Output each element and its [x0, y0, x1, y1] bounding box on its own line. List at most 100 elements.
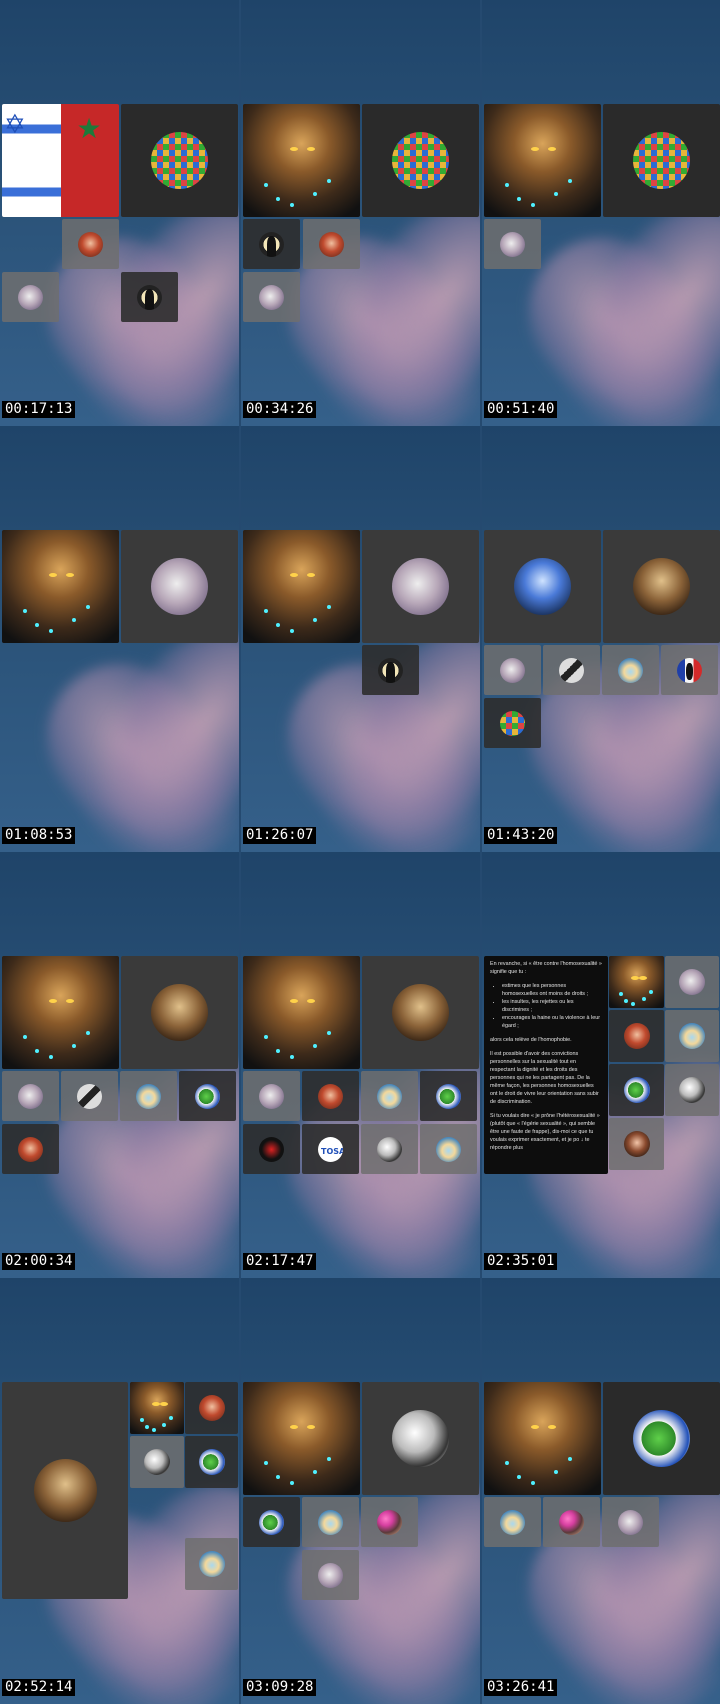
participant-tile[interactable] [2, 104, 119, 217]
participant-tile[interactable] [130, 1382, 184, 1434]
participant-tile-small[interactable] [665, 956, 719, 1008]
participant-tile-small[interactable] [302, 1124, 359, 1174]
participant-tile-small[interactable] [361, 1497, 418, 1547]
participant-tile-small[interactable] [61, 1071, 118, 1121]
silk-avatar [377, 1136, 402, 1162]
chat-conclusion: alors cela relève de l'homophobie. [490, 1037, 572, 1043]
participant-tile-small[interactable] [303, 219, 360, 269]
participant-tile-small[interactable] [185, 1436, 238, 1488]
participant-tile[interactable] [121, 530, 238, 643]
lion-portrait-avatar [33, 1459, 97, 1522]
participant-tile-small[interactable] [420, 1124, 477, 1174]
participant-tile-small[interactable] [62, 219, 119, 269]
participant-tile-small[interactable] [179, 1071, 236, 1121]
participant-tile[interactable] [243, 104, 360, 217]
participant-tile-small[interactable] [2, 1071, 59, 1121]
israel-morocco-flags-avatar [2, 104, 119, 217]
participant-tile-small[interactable] [361, 1071, 418, 1121]
pink-flower-avatar [559, 1509, 584, 1535]
island-avatar [679, 1023, 705, 1049]
island-avatar [377, 1083, 402, 1109]
chat-panel[interactable]: En revanche, si « être contre l'homosexu… [484, 956, 608, 1174]
participant-tile[interactable] [121, 104, 238, 217]
participant-tile-small[interactable] [609, 1118, 664, 1170]
pen-avatar [559, 657, 584, 683]
participant-tile-small[interactable] [484, 1497, 541, 1547]
participant-tile[interactable] [603, 530, 720, 643]
participant-tile-small[interactable] [420, 1071, 477, 1121]
muscular-lion-avatar [484, 104, 601, 217]
participant-tile[interactable] [243, 956, 360, 1069]
participant-tile[interactable] [362, 530, 479, 643]
participant-tile-small[interactable] [543, 645, 600, 695]
dragon-flag-avatar [633, 1410, 690, 1467]
participant-tile[interactable] [2, 530, 119, 643]
participant-tile-small[interactable] [185, 1538, 238, 1590]
red-portrait-avatar [78, 231, 103, 257]
participant-tile-small[interactable] [361, 1124, 418, 1174]
participant-tile-small[interactable] [484, 645, 541, 695]
participant-tile-small[interactable] [609, 1064, 664, 1116]
cat-avatar [18, 284, 43, 310]
participant-tile-small[interactable] [543, 1497, 600, 1547]
chat-bullet-list: estimes que les personnes homosexuelles … [502, 982, 602, 1030]
participant-tile-small[interactable] [661, 645, 718, 695]
dragon-flag-avatar [623, 1077, 650, 1103]
timestamp-label: 02:17:47 [243, 1253, 317, 1270]
timestamp-label: 01:43:20 [484, 827, 558, 844]
participant-tile-small[interactable] [602, 1497, 659, 1547]
participant-tile-small[interactable] [602, 645, 659, 695]
participant-tile[interactable] [484, 530, 601, 643]
participant-tile-small[interactable] [362, 645, 419, 695]
participant-tile[interactable] [362, 1382, 479, 1495]
participant-tile[interactable] [243, 1382, 360, 1495]
participant-tile-small[interactable] [121, 272, 178, 322]
participant-tile[interactable] [484, 1382, 601, 1495]
muscular-lion-avatar [243, 1382, 360, 1495]
colorful-grid-avatar [151, 132, 208, 189]
call-frame: 03:09:28 [241, 1278, 480, 1704]
participant-tile-small[interactable] [302, 1071, 359, 1121]
participant-tile[interactable] [362, 956, 479, 1069]
participant-tile[interactable] [603, 1382, 720, 1495]
muscular-lion-avatar [243, 956, 360, 1069]
participant-tile-small[interactable] [302, 1550, 359, 1600]
red-portrait-avatar [318, 1083, 343, 1109]
participant-tile-small[interactable] [243, 1124, 300, 1174]
shadow-figure-avatar [137, 284, 162, 310]
participant-tile-small[interactable] [185, 1382, 238, 1434]
participant-tile-small[interactable] [2, 272, 59, 322]
cat-avatar [679, 969, 705, 995]
participant-tile-small[interactable] [243, 219, 300, 269]
timestamp-label: 03:09:28 [243, 1679, 317, 1696]
participant-tile[interactable] [2, 956, 119, 1069]
colorful-grid-avatar [500, 710, 525, 736]
participant-tile-small[interactable] [2, 1124, 59, 1174]
participant-tile[interactable] [362, 104, 479, 217]
lion-portrait-avatar [633, 558, 690, 615]
chat-bullet: encourages la haine ou la violence à leu… [502, 1014, 602, 1030]
participant-tile-small[interactable] [120, 1071, 177, 1121]
participant-tile[interactable] [484, 104, 601, 217]
participant-tile[interactable] [121, 956, 238, 1069]
participant-tile[interactable] [603, 104, 720, 217]
participant-tile[interactable] [609, 956, 664, 1008]
participant-tile-small[interactable] [484, 698, 541, 748]
participant-tile[interactable] [2, 1382, 128, 1599]
timestamp-label: 02:00:34 [2, 1253, 76, 1270]
call-frame: 00:34:26 [241, 0, 480, 426]
muscular-lion-avatar [484, 1382, 601, 1495]
participant-tile-small[interactable] [130, 1436, 184, 1488]
participant-tile-small[interactable] [243, 1071, 300, 1121]
participant-tile-small[interactable] [243, 272, 300, 322]
participant-tile-small[interactable] [302, 1497, 359, 1547]
cat-avatar [151, 558, 208, 615]
timestamp-label: 00:51:40 [484, 401, 558, 418]
participant-tile[interactable] [243, 530, 360, 643]
muscular-lion-avatar [130, 1382, 184, 1434]
participant-tile-small[interactable] [484, 219, 541, 269]
participant-tile-small[interactable] [609, 1010, 664, 1062]
participant-tile-small[interactable] [243, 1497, 300, 1547]
participant-tile-small[interactable] [665, 1064, 719, 1116]
participant-tile-small[interactable] [665, 1010, 719, 1062]
